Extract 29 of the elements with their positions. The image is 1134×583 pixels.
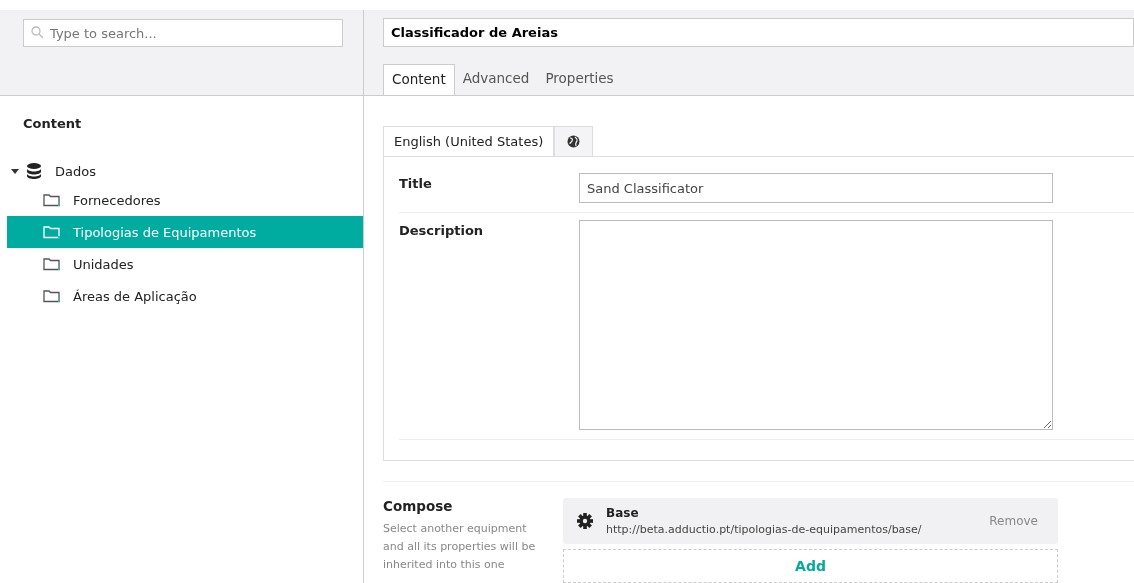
language-button[interactable] (554, 126, 594, 156)
tree-item[interactable]: Fornecedores (7, 184, 363, 216)
tab[interactable]: Properties (537, 64, 622, 95)
tree-item[interactable]: Unidades (7, 248, 363, 280)
description-field[interactable] (579, 220, 1053, 430)
folder-icon (43, 257, 61, 271)
tab[interactable]: Content (383, 64, 455, 95)
search-icon (31, 26, 44, 39)
search-field[interactable]: Type to search... (23, 19, 343, 47)
language-tab[interactable]: English (United States) (383, 126, 555, 156)
item-url: http://beta.adductio.pt/tipologias-de-equipamentos/base/ (606, 523, 923, 536)
title-field[interactable]: Sand Classificator (579, 173, 1053, 203)
caret-icon (11, 167, 19, 175)
name-field[interactable]: Classificador de Areias (383, 18, 1134, 47)
tab[interactable]: Advanced (454, 64, 538, 95)
field-label: Title (399, 175, 433, 191)
globe-icon (567, 135, 581, 148)
folder-icon (43, 225, 61, 239)
gear-icon (577, 513, 593, 529)
folder-icon (43, 193, 61, 207)
tree-item[interactable]: Dados (7, 158, 363, 184)
field-label: Description (399, 222, 485, 238)
compose-help: Select another equipment and all its properties will be inherited into this one (383, 521, 537, 573)
folder-icon (43, 289, 61, 303)
compose-heading: Compose (383, 498, 454, 514)
tree-item[interactable]: Áreas de Aplicação (7, 280, 363, 312)
sidebar-heading: Content (22, 116, 83, 131)
item-name: Base (606, 506, 640, 520)
database-icon (27, 163, 41, 179)
